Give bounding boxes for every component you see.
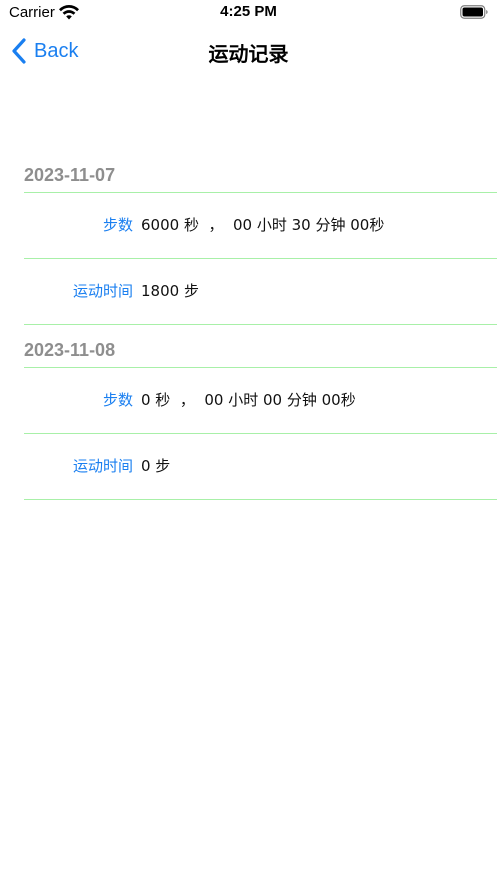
list-item: 运动时间 0 步: [24, 434, 497, 500]
section-date: 2023-11-07: [24, 165, 116, 185]
list-item: 步数 0 秒 ， 00 小时 00 分钟 00秒: [24, 368, 497, 434]
section-1: 2023-11-08 步数 0 秒 ， 00 小时 00 分钟 00秒 运动时间…: [0, 325, 497, 500]
section-header: 2023-11-07: [24, 150, 497, 193]
status-time: 4:25 PM: [220, 3, 277, 20]
row-value: 1800 步: [141, 282, 199, 300]
records-list: 2023-11-07 步数 6000 秒 ， 00 小时 30 分钟 00秒 运…: [0, 150, 497, 500]
section-0: 2023-11-07 步数 6000 秒 ， 00 小时 30 分钟 00秒 运…: [0, 150, 497, 325]
row-value: 0 秒 ， 00 小时 00 分钟 00秒: [141, 391, 356, 409]
section-header: 2023-11-08: [24, 325, 497, 368]
battery-icon: [460, 5, 488, 19]
row-label: 步数: [102, 391, 133, 409]
navigation-bar: Back 运动记录: [0, 26, 497, 76]
row-label: 运动时间: [72, 282, 133, 300]
row-label: 运动时间: [72, 457, 133, 475]
list-item: 步数 6000 秒 ， 00 小时 30 分钟 00秒: [24, 193, 497, 259]
status-bar: Carrier 4:25 PM: [0, 0, 497, 26]
row-label: 步数: [102, 216, 133, 234]
page-title: 运动记录: [208, 42, 289, 66]
row-value: 6000 秒 ， 00 小时 30 分钟 00秒: [141, 216, 385, 234]
section-date: 2023-11-08: [24, 340, 116, 360]
list-item: 运动时间 1800 步: [24, 259, 497, 325]
row-value: 0 步: [141, 457, 171, 475]
